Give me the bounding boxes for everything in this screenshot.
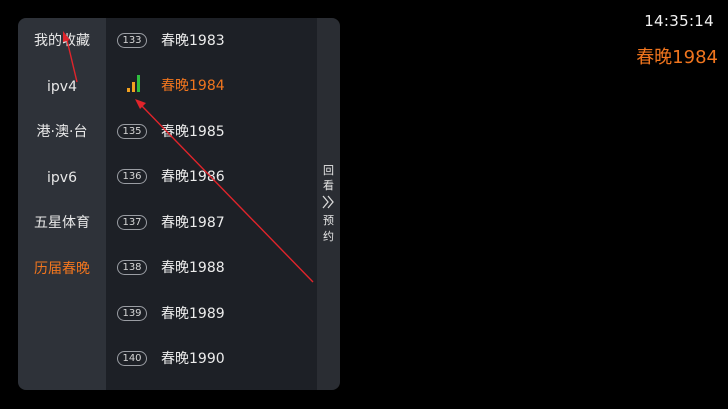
channel-number-badge: 138 <box>117 260 147 275</box>
channel-number-badge: 137 <box>117 215 147 230</box>
channel-name: 春晚1983 <box>161 33 225 49</box>
tv-screen: 14:35:14 春晚1984 我的收藏 ipv4 港·澳·台 ipv6 五星体… <box>0 0 728 409</box>
now-playing-title: 春晚1984 <box>636 47 718 68</box>
group-item-hk-macau-taiwan[interactable]: 港·澳·台 <box>18 122 106 142</box>
channel-name: 春晚1984 <box>161 78 225 94</box>
side-tab-char: 看 <box>323 179 334 192</box>
side-tab-char: 回 <box>323 164 334 177</box>
channel-panel: 我的收藏 ipv4 港·澳·台 ipv6 五星体育 历届春晚 133 春晚198… <box>18 18 340 390</box>
channel-number-badge: 135 <box>117 124 147 139</box>
playback-schedule-tab[interactable]: 回 看 预 约 <box>317 18 340 390</box>
double-chevron-right-icon <box>322 195 334 209</box>
channel-row[interactable]: 138 春晚1988 <box>106 253 317 283</box>
channel-number-badge: 140 <box>117 351 147 366</box>
group-item-five-star-sports[interactable]: 五星体育 <box>18 213 106 233</box>
group-item-ipv4[interactable]: ipv4 <box>18 77 106 97</box>
channel-name: 春晚1987 <box>161 215 225 231</box>
channel-row[interactable]: 133 春晚1983 <box>106 26 317 56</box>
channel-row[interactable]: 136 春晚1986 <box>106 162 317 192</box>
channel-name: 春晚1989 <box>161 306 225 322</box>
group-list: 我的收藏 ipv4 港·澳·台 ipv6 五星体育 历届春晚 <box>18 18 106 390</box>
channel-number-badge: 139 <box>117 306 147 321</box>
channel-name: 春晚1986 <box>161 169 225 185</box>
channel-row[interactable]: 139 春晚1989 <box>106 299 317 329</box>
channel-number-badge: 133 <box>117 33 147 48</box>
channel-name: 春晚1985 <box>161 124 225 140</box>
channel-row[interactable]: 140 春晚1990 <box>106 344 317 374</box>
clock: 14:35:14 <box>644 12 714 30</box>
channel-number-badge: 136 <box>117 169 147 184</box>
group-item-ipv6[interactable]: ipv6 <box>18 168 106 188</box>
channel-list: 133 春晚1983 春晚1984 135 春晚1985 136 春晚1986 … <box>106 18 317 390</box>
channel-row[interactable]: 135 春晚1985 <box>106 117 317 147</box>
signal-bars-icon <box>127 74 141 92</box>
channel-name: 春晚1990 <box>161 351 225 367</box>
side-tab-char: 预 <box>323 214 334 227</box>
channel-name: 春晚1988 <box>161 260 225 276</box>
group-item-spring-gala[interactable]: 历届春晚 <box>18 259 106 279</box>
channel-row-playing[interactable]: 春晚1984 <box>106 71 317 101</box>
side-tab-char: 约 <box>323 230 334 243</box>
group-item-favorites[interactable]: 我的收藏 <box>18 31 106 51</box>
channel-row[interactable]: 137 春晚1987 <box>106 208 317 238</box>
